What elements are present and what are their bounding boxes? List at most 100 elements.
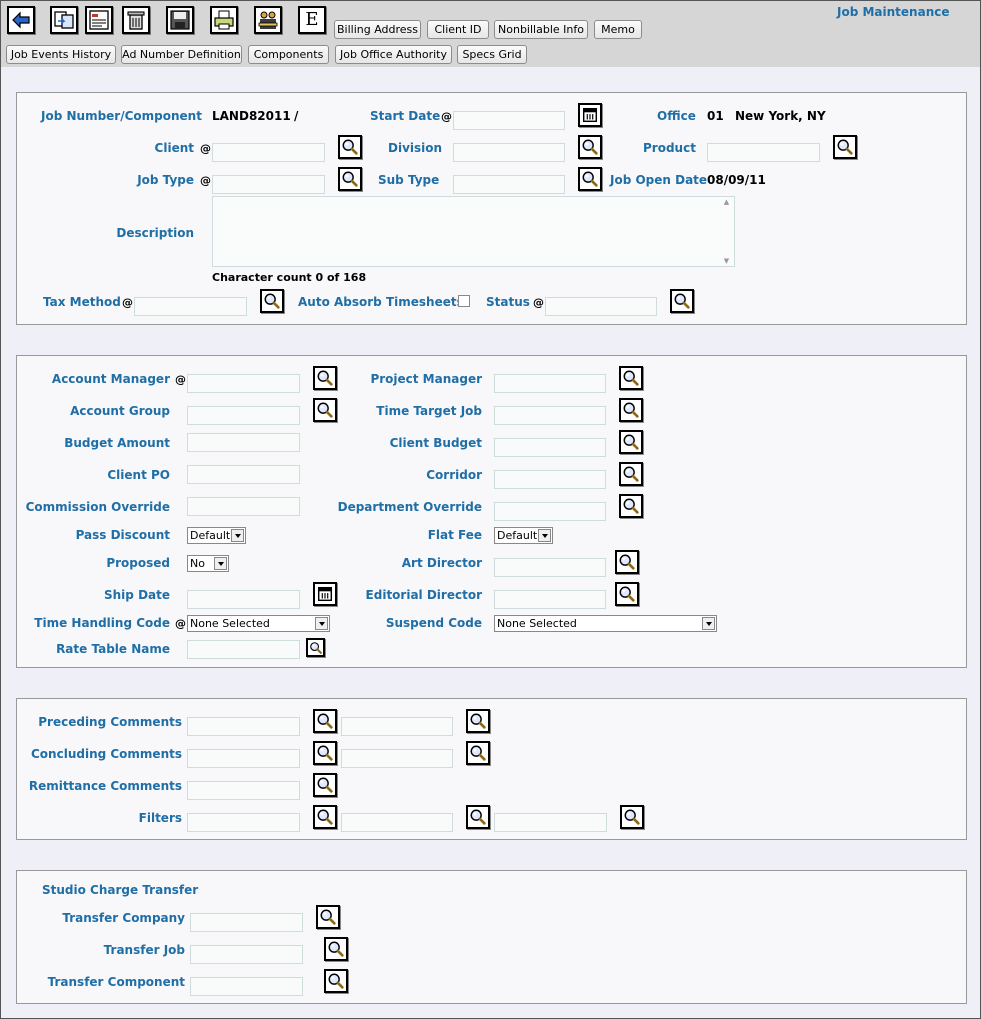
delete-trash-icon[interactable] [122,6,150,34]
editorial-director-input[interactable] [494,590,606,609]
flat-fee-select[interactable]: Default [494,527,553,544]
sub-type-lookup-button[interactable] [578,167,602,191]
job-type-lookup-button[interactable] [338,167,362,191]
product-input[interactable] [707,143,820,162]
budget-amount-input[interactable] [187,433,300,452]
preceding-comments-lookup-button[interactable] [313,709,337,733]
commission-override-input[interactable] [187,497,300,516]
nonbillable-info-button[interactable]: Nonbillable Info [494,20,588,39]
tax-method-input[interactable] [134,297,247,316]
concluding-comments-lookup-button[interactable] [313,741,337,765]
auto-absorb-timesheets-checkbox[interactable] [458,295,470,307]
filter-input-2[interactable] [341,813,453,832]
description-scrollbar[interactable]: ▲ ▼ [720,198,733,265]
corridor-input[interactable] [494,470,606,489]
preceding-comments-input[interactable] [187,717,300,736]
time-handling-code-select[interactable]: None Selected [187,615,330,632]
concluding-comments-lookup-button-2[interactable] [466,741,490,765]
ship-date-input[interactable] [187,590,300,609]
transfer-job-lookup-button[interactable] [324,937,348,961]
rate-table-name-label: Rate Table Name [56,642,170,656]
description-textarea[interactable]: ▲ ▼ [212,196,735,267]
memo-button[interactable]: Memo [594,20,642,39]
proposed-value: No [190,557,205,570]
remittance-comments-lookup-button[interactable] [313,773,337,797]
client-lookup-button[interactable] [338,135,362,159]
start-date-calendar-button[interactable] [578,103,602,127]
proposed-select[interactable]: No [187,555,229,572]
people-icon[interactable] [254,6,282,34]
sub-type-input[interactable] [453,175,565,194]
client-required: @ [200,142,211,155]
transfer-component-input[interactable] [190,977,303,996]
client-input[interactable] [212,143,325,162]
project-manager-input[interactable] [494,374,606,393]
search-icon [316,712,334,730]
filter-input-3[interactable] [494,813,607,832]
time-target-job-lookup-button[interactable] [619,398,643,422]
division-lookup-button[interactable] [578,135,602,159]
tax-method-lookup-button[interactable] [260,289,284,313]
product-lookup-button[interactable] [833,135,857,159]
transfer-component-lookup-button[interactable] [324,969,348,993]
transfer-company-input[interactable] [190,913,303,932]
save-disk-icon[interactable] [166,6,194,34]
job-office-authority-button[interactable]: Job Office Authority [335,45,452,64]
filter-input-1[interactable] [187,813,300,832]
art-director-input[interactable] [494,558,606,577]
status-lookup-button[interactable] [670,289,694,313]
concluding-comments-input-2[interactable] [341,749,453,768]
transfer-job-input[interactable] [190,945,303,964]
search-icon [618,585,636,603]
account-group-input[interactable] [187,406,300,425]
client-id-button[interactable]: Client ID [427,20,489,39]
transfer-company-label: Transfer Company [62,911,185,925]
search-icon [263,292,281,310]
commission-override-label: Commission Override [25,500,170,514]
ad-number-definition-button[interactable]: Ad Number Definition [121,45,242,64]
pass-discount-select[interactable]: Default [187,527,246,544]
scroll-down-icon: ▼ [723,257,730,265]
back-arrow-icon[interactable] [7,6,35,34]
client-po-input[interactable] [187,465,300,484]
concluding-comments-input[interactable] [187,749,300,768]
preceding-comments-input-2[interactable] [341,717,453,736]
rate-table-name-lookup-button[interactable] [306,638,325,657]
job-type-input[interactable] [212,175,325,194]
filter-lookup-button-2[interactable] [466,805,490,829]
report-icon[interactable] [85,6,113,34]
components-button[interactable]: Components [248,45,329,64]
time-handling-code-required: @ [175,617,186,630]
project-manager-lookup-button[interactable] [619,366,643,390]
editorial-director-lookup-button[interactable] [615,582,639,606]
sub-type-label: Sub Type [378,173,440,187]
division-input[interactable] [453,143,565,162]
job-events-history-button[interactable]: Job Events History [6,45,116,64]
time-target-job-input[interactable] [494,406,606,425]
search-icon [327,972,345,990]
search-icon [581,170,599,188]
filter-lookup-button-3[interactable] [620,805,644,829]
department-override-input[interactable] [494,502,606,521]
corridor-lookup-button[interactable] [619,462,643,486]
preceding-comments-lookup-button-2[interactable] [466,709,490,733]
status-input[interactable] [545,297,657,316]
client-budget-lookup-button[interactable] [619,430,643,454]
suspend-code-select[interactable]: None Selected [494,615,717,632]
filter-lookup-button-1[interactable] [313,805,337,829]
chevron-down-icon [231,529,244,542]
specs-grid-button[interactable]: Specs Grid [457,45,527,64]
start-date-input[interactable] [453,111,565,130]
transfer-company-lookup-button[interactable] [316,905,340,929]
e-icon[interactable]: E [298,6,326,34]
billing-address-button[interactable]: Billing Address [334,20,421,39]
client-po-label: Client PO [107,468,170,482]
remittance-comments-input[interactable] [187,781,300,800]
department-override-lookup-button[interactable] [619,494,643,518]
account-manager-input[interactable] [187,374,300,393]
print-icon[interactable] [210,6,238,34]
art-director-lookup-button[interactable] [615,550,639,574]
rate-table-name-input[interactable] [187,640,300,659]
copy-job-icon[interactable] [50,6,78,34]
client-budget-input[interactable] [494,438,606,457]
